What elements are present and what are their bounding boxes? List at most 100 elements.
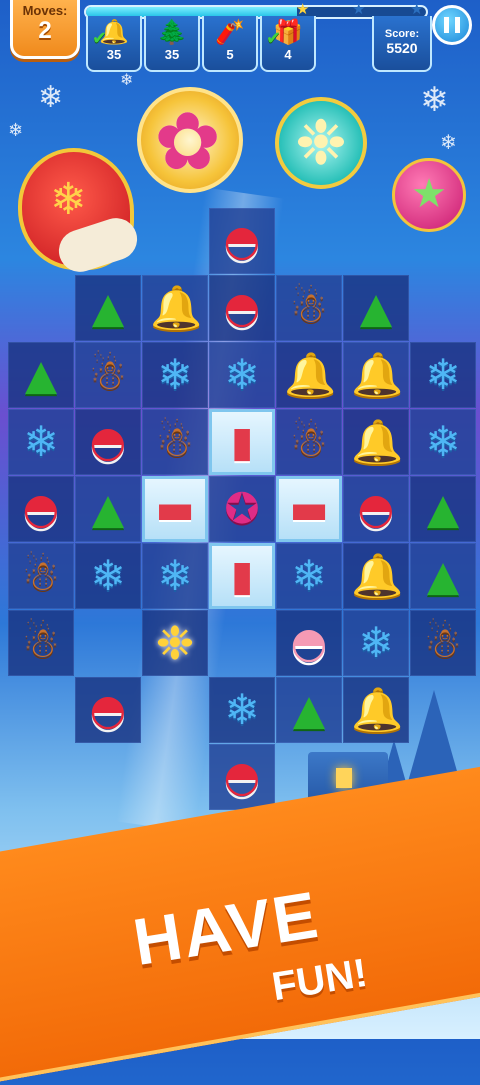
board-cell[interactable]: ◓ [276, 610, 342, 676]
gingerbread-man-icon: ☃ [22, 618, 60, 667]
board-cell[interactable]: ◓ [75, 677, 141, 743]
board-cell[interactable]: ✪ [209, 476, 275, 542]
snowflake-bomb-booster[interactable]: ❉ [275, 97, 367, 189]
goal-count: 5 [226, 47, 234, 62]
tree-icon: ▲ [292, 685, 326, 734]
gingerbread-man-icon: ☃ [22, 551, 60, 600]
snowflake-icon: ❄ [420, 80, 449, 120]
board-cell[interactable]: 🔔 [343, 677, 409, 743]
board-cell[interactable]: ❄ [142, 543, 208, 609]
board-cell[interactable]: 🔔 [142, 275, 208, 341]
board-cell[interactable]: ◓ [209, 744, 275, 810]
pause-button[interactable] [432, 5, 472, 45]
board-cell[interactable]: ❄ [8, 409, 74, 475]
board-cell[interactable]: ❄ [209, 342, 275, 408]
snowflake-icon: ❄ [440, 130, 457, 154]
snowflake-icon: ❄ [120, 70, 134, 89]
tree-icon: ▲ [426, 484, 460, 533]
board-cell[interactable]: ❄ [75, 543, 141, 609]
cracker-icon: 🧨 [215, 19, 245, 46]
board-cell[interactable]: ◓ [343, 476, 409, 542]
santa-hat-icon: ◓ [89, 417, 127, 466]
board-cell[interactable]: ▮ [209, 409, 275, 475]
snowflake-icon: ❄ [90, 551, 126, 600]
tree-icon: ▲ [359, 283, 393, 332]
board-cell[interactable]: 🔔 [343, 342, 409, 408]
bell-icon: 🔔 [150, 283, 203, 332]
star-ornament-icon: ✪ [224, 484, 260, 533]
board-cell[interactable]: ❄ [276, 543, 342, 609]
score-panel: Score: 5520 [372, 16, 432, 72]
board-cell[interactable]: ▲ [343, 275, 409, 341]
snowflake-icon: ❄ [157, 551, 193, 600]
cracker-icon: ▮ [230, 551, 254, 600]
goal-count: 35 [106, 47, 122, 62]
lit-window [336, 768, 352, 788]
snowflake-icon: ❄ [8, 120, 24, 141]
gingerbread-man-icon: ☃ [156, 417, 194, 466]
progress-star-icon: ★ [352, 0, 366, 18]
board-cell[interactable]: ▲ [276, 677, 342, 743]
cracker-icon: ▬ [289, 484, 329, 533]
board-cell[interactable]: ◓ [209, 208, 275, 274]
board-cell[interactable]: 🔔 [343, 409, 409, 475]
santa-hat-icon: ◓ [223, 216, 261, 265]
snowflake-icon: ❄ [291, 551, 327, 600]
board-cell[interactable]: ◓ [75, 409, 141, 475]
board-cell[interactable]: ❄ [142, 342, 208, 408]
board-cell[interactable]: ▬ [142, 476, 208, 542]
santa-hat-icon: ◓ [22, 484, 60, 533]
goal-count: 35 [164, 47, 180, 62]
board-cell[interactable]: ▲ [410, 476, 476, 542]
board-cell[interactable]: 🔔 [343, 543, 409, 609]
board-cell[interactable]: ❄ [410, 342, 476, 408]
board-cell[interactable]: ☃ [8, 543, 74, 609]
board-cell[interactable]: ◓ [209, 275, 275, 341]
board-cell[interactable]: ◓ [8, 476, 74, 542]
snowflake-icon: ❄ [358, 618, 394, 667]
board-cell[interactable]: ☃ [276, 275, 342, 341]
santa-hat-icon: ◓ [89, 685, 127, 734]
board-cell[interactable]: ▮ [209, 543, 275, 609]
tree-icon: ▲ [91, 283, 125, 332]
ornament-booster[interactable]: ★ [392, 158, 466, 232]
score-label: Score: [384, 28, 420, 40]
snowflake-bomb-icon: ❉ [295, 106, 347, 179]
tree-icon: ▲ [426, 551, 460, 600]
snowflake-icon: ❄ [425, 350, 461, 399]
bell-icon: 🔔 [351, 350, 404, 399]
board-cell[interactable]: ☃ [142, 409, 208, 475]
board-cell[interactable]: ▲ [75, 275, 141, 341]
board-cell[interactable]: ❉ [142, 610, 208, 676]
snowflake-bomb-icon: ❉ [155, 616, 195, 670]
board-cell[interactable]: ▲ [410, 543, 476, 609]
board-cell[interactable]: ☃ [8, 610, 74, 676]
cracker-icon: ▬ [155, 484, 195, 533]
santa-hat-icon: ◓ [223, 752, 261, 801]
snowflake-icon: ❄ [23, 417, 59, 466]
board-cell[interactable]: ▲ [75, 476, 141, 542]
check-icon: ✔ [92, 28, 108, 49]
tree-icon: ▲ [91, 484, 125, 533]
board-cell[interactable]: ❄ [410, 409, 476, 475]
goal-gift: 🎁 ✔ 4 [260, 16, 316, 72]
star-ornament-icon: ★ [411, 171, 447, 217]
board-cell[interactable]: ❄ [209, 677, 275, 743]
gingerbread-man-icon: ☃ [290, 417, 328, 466]
mitten-booster[interactable]: ❄ [18, 148, 143, 278]
snowflake-icon: ❄ [50, 174, 87, 225]
board-cell[interactable]: ☃ [410, 610, 476, 676]
board-cell[interactable]: ☃ [276, 409, 342, 475]
board-cell[interactable]: ❄ [343, 610, 409, 676]
board-cell[interactable]: 🔔 [276, 342, 342, 408]
goal-count: 4 [284, 47, 292, 62]
board-cell[interactable]: ▲ [8, 342, 74, 408]
board-cell[interactable]: ☃ [75, 342, 141, 408]
color-star-booster[interactable]: ✿ [137, 87, 243, 193]
check-icon: ✔ [266, 28, 282, 49]
board-cell[interactable]: ▬ [276, 476, 342, 542]
score-value: 5520 [386, 40, 418, 56]
goal-bell: 🔔 ✔ 35 [86, 16, 142, 72]
tree-icon: 🌲 [157, 19, 187, 46]
bell-icon: 🔔 [351, 417, 404, 466]
